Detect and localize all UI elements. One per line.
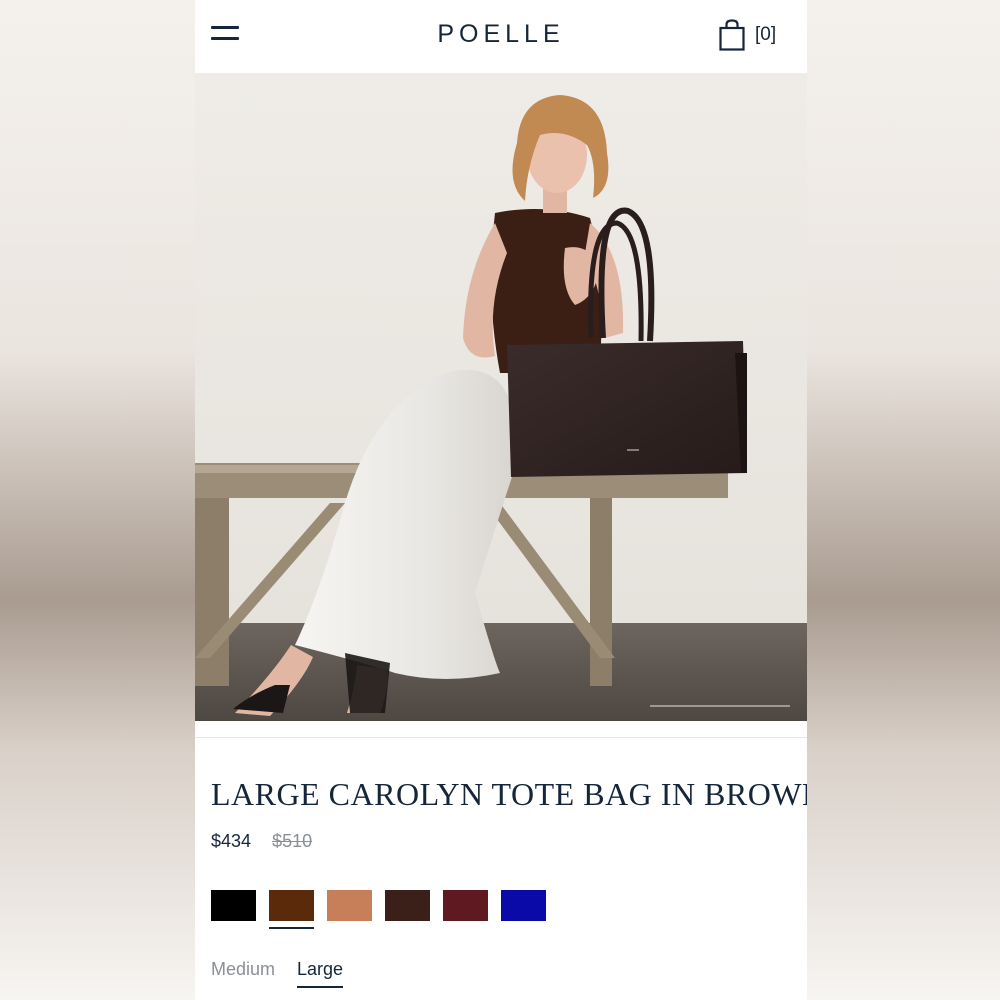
cart-count: [0]: [755, 24, 777, 45]
size-selector: Medium Large: [211, 959, 365, 988]
original-price: $510: [272, 831, 313, 851]
color-swatch-brown[interactable]: [269, 890, 314, 929]
background-right: [807, 0, 1000, 1000]
site-header: POELLE [0]: [195, 0, 807, 72]
hero-photo: [195, 73, 807, 721]
cart-button[interactable]: [0]: [719, 18, 776, 52]
price-block: $434 $510: [211, 831, 312, 852]
product-hero-image[interactable]: [195, 73, 807, 721]
section-divider: [195, 737, 807, 738]
size-option-medium[interactable]: Medium: [211, 959, 275, 988]
size-option-large[interactable]: Large: [297, 959, 344, 988]
product-page: POELLE [0] LARGE CAROLYN TOTE BAG IN BRO…: [195, 0, 807, 1000]
color-swatch-burgundy[interactable]: [443, 890, 488, 921]
color-swatches: [211, 890, 559, 929]
color-swatch-black[interactable]: [211, 890, 256, 921]
product-title: LARGE CAROLYN TOTE BAG IN BROWN: [211, 776, 807, 812]
color-swatch-chocolate[interactable]: [385, 890, 430, 921]
color-swatch-blue[interactable]: [501, 890, 546, 921]
background-left: [0, 0, 195, 1000]
brand-logo[interactable]: POELLE: [195, 20, 807, 49]
shopping-bag-icon: [719, 19, 745, 51]
sale-price: $434: [211, 831, 252, 851]
color-swatch-cognac[interactable]: [327, 890, 372, 921]
